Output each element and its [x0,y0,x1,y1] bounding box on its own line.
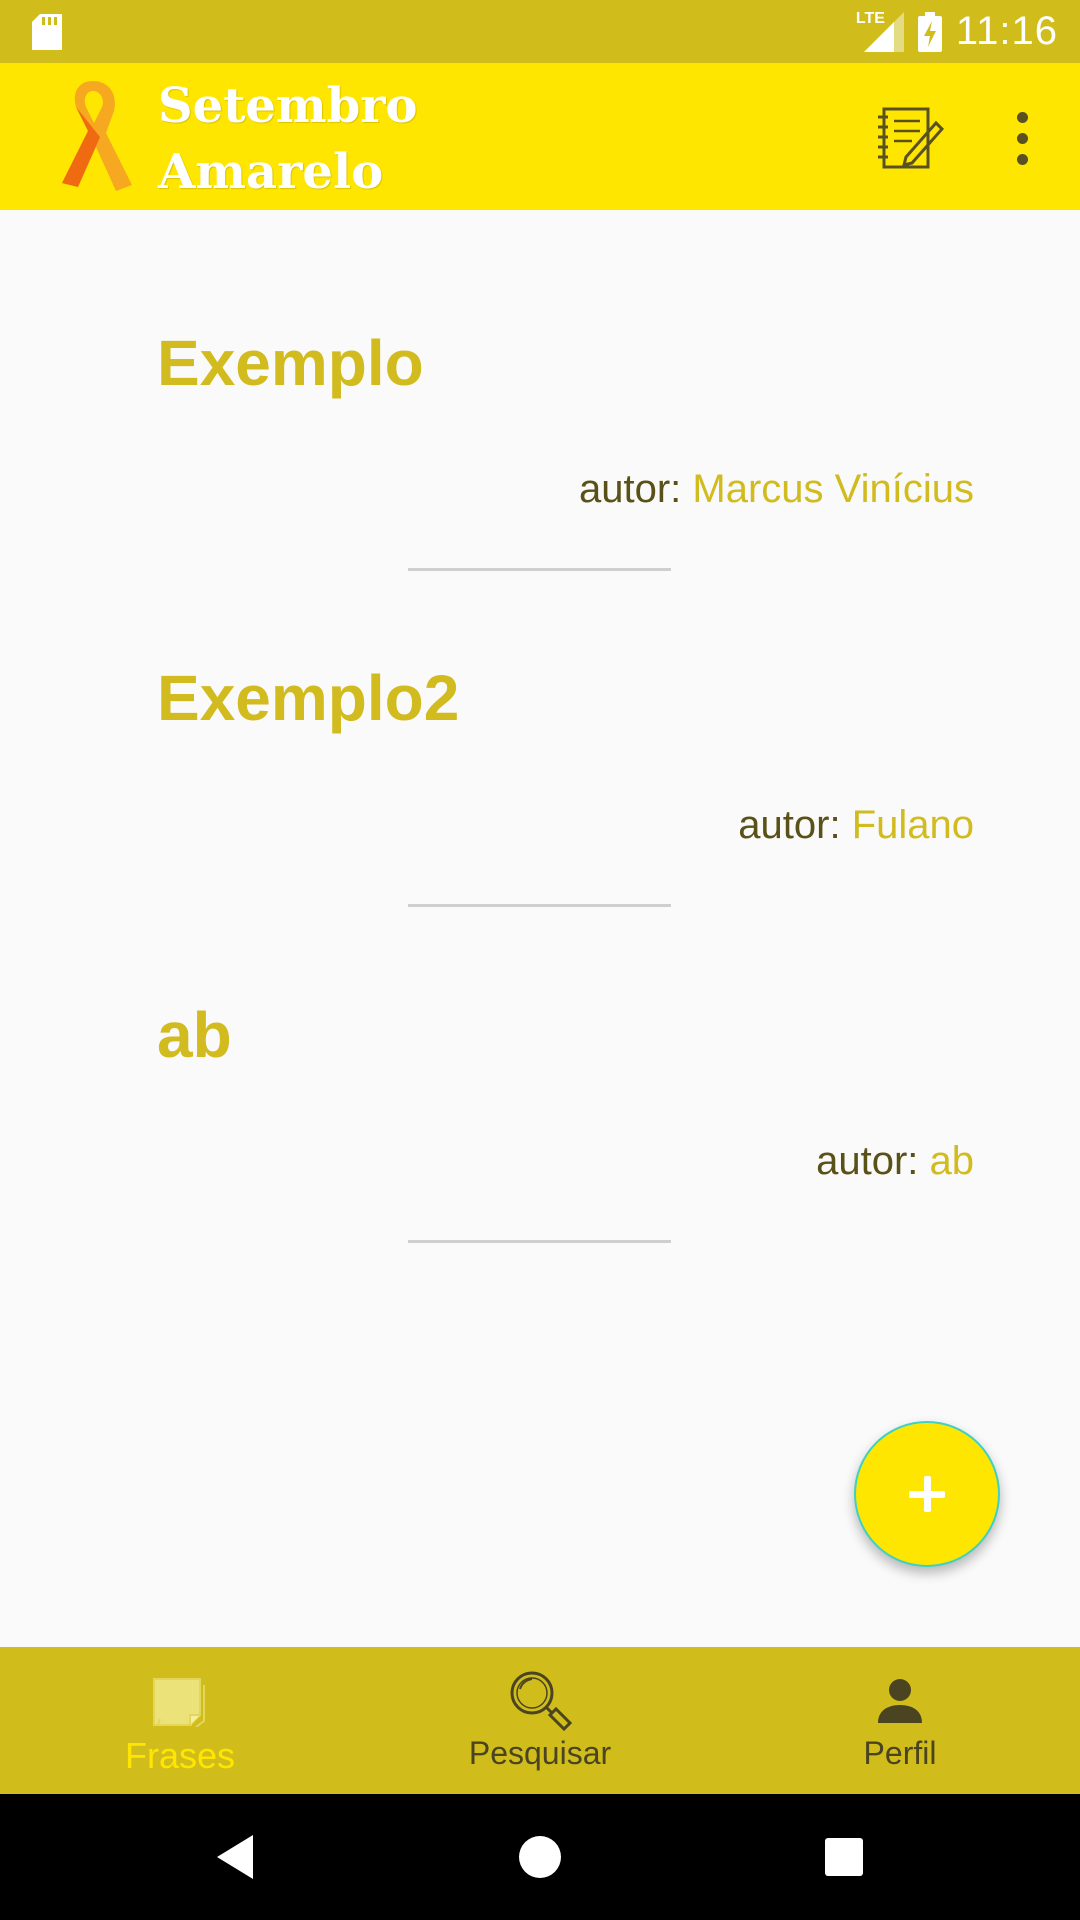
nav-label: Perfil [863,1735,937,1771]
screen: LTE 11:16 Setembro Amarelo Exemplo autor… [0,0,1080,1920]
lte-label: LTE [855,9,885,27]
add-phrase-button[interactable] [854,1421,1000,1567]
home-button[interactable] [480,1794,600,1920]
recents-icon [825,1838,863,1876]
author-line: autor: Marcus Vinícius [579,467,974,512]
divider [408,568,671,571]
lte-signal-icon: LTE [855,9,904,52]
plus-icon [909,1476,945,1512]
divider [408,1240,671,1243]
author-name: Marcus Vinícius [692,467,974,511]
author-name: ab [929,1139,975,1183]
overflow-dot [1016,153,1028,165]
app-bar: Setembro Amarelo [0,63,1080,210]
person-icon [876,1669,924,1733]
battery-charging-icon [917,11,942,52]
author-prefix: autor: [579,467,693,511]
app-title-line2: Amarelo [158,144,384,200]
author-line: autor: Fulano [738,803,974,848]
author-name: Fulano [851,803,974,847]
nav-item-pesquisar[interactable]: Pesquisar [360,1647,720,1794]
author-line: autor: ab [816,1139,974,1184]
search-icon [508,1669,572,1733]
back-icon [217,1835,253,1879]
author-prefix: autor: [738,803,852,847]
sd-card-icon [32,13,62,50]
nav-item-frases[interactable]: Frases [0,1647,360,1794]
divider [408,904,671,907]
app-title: Setembro Amarelo [158,73,418,205]
nav-item-perfil[interactable]: Perfil [720,1647,1080,1794]
phrase-title: Exemplo [157,327,424,399]
status-bar: LTE 11:16 [0,0,1080,63]
bottom-navigation: Frases Pesquisar Perfil [0,1647,1080,1794]
nav-label: Pesquisar [468,1735,612,1771]
system-navigation-bar [0,1794,1080,1920]
back-button[interactable] [175,1794,295,1920]
overflow-dot [1016,132,1028,144]
app-title-line1: Setembro [158,78,418,134]
home-icon [519,1836,561,1878]
clock: 11:16 [955,9,1058,53]
notes-stack-icon [150,1669,210,1733]
nav-label: Frases [124,1735,236,1776]
phrase-title: Exemplo2 [157,662,460,734]
ribbon-logo-icon [48,75,138,199]
author-prefix: autor: [816,1139,930,1183]
notes-icon [878,107,945,169]
phrase-title: ab [157,999,232,1071]
recents-button[interactable] [784,1794,904,1920]
overflow-menu-icon [1016,111,1028,123]
overflow-menu-button[interactable] [1002,103,1042,173]
notes-button[interactable] [872,97,950,179]
